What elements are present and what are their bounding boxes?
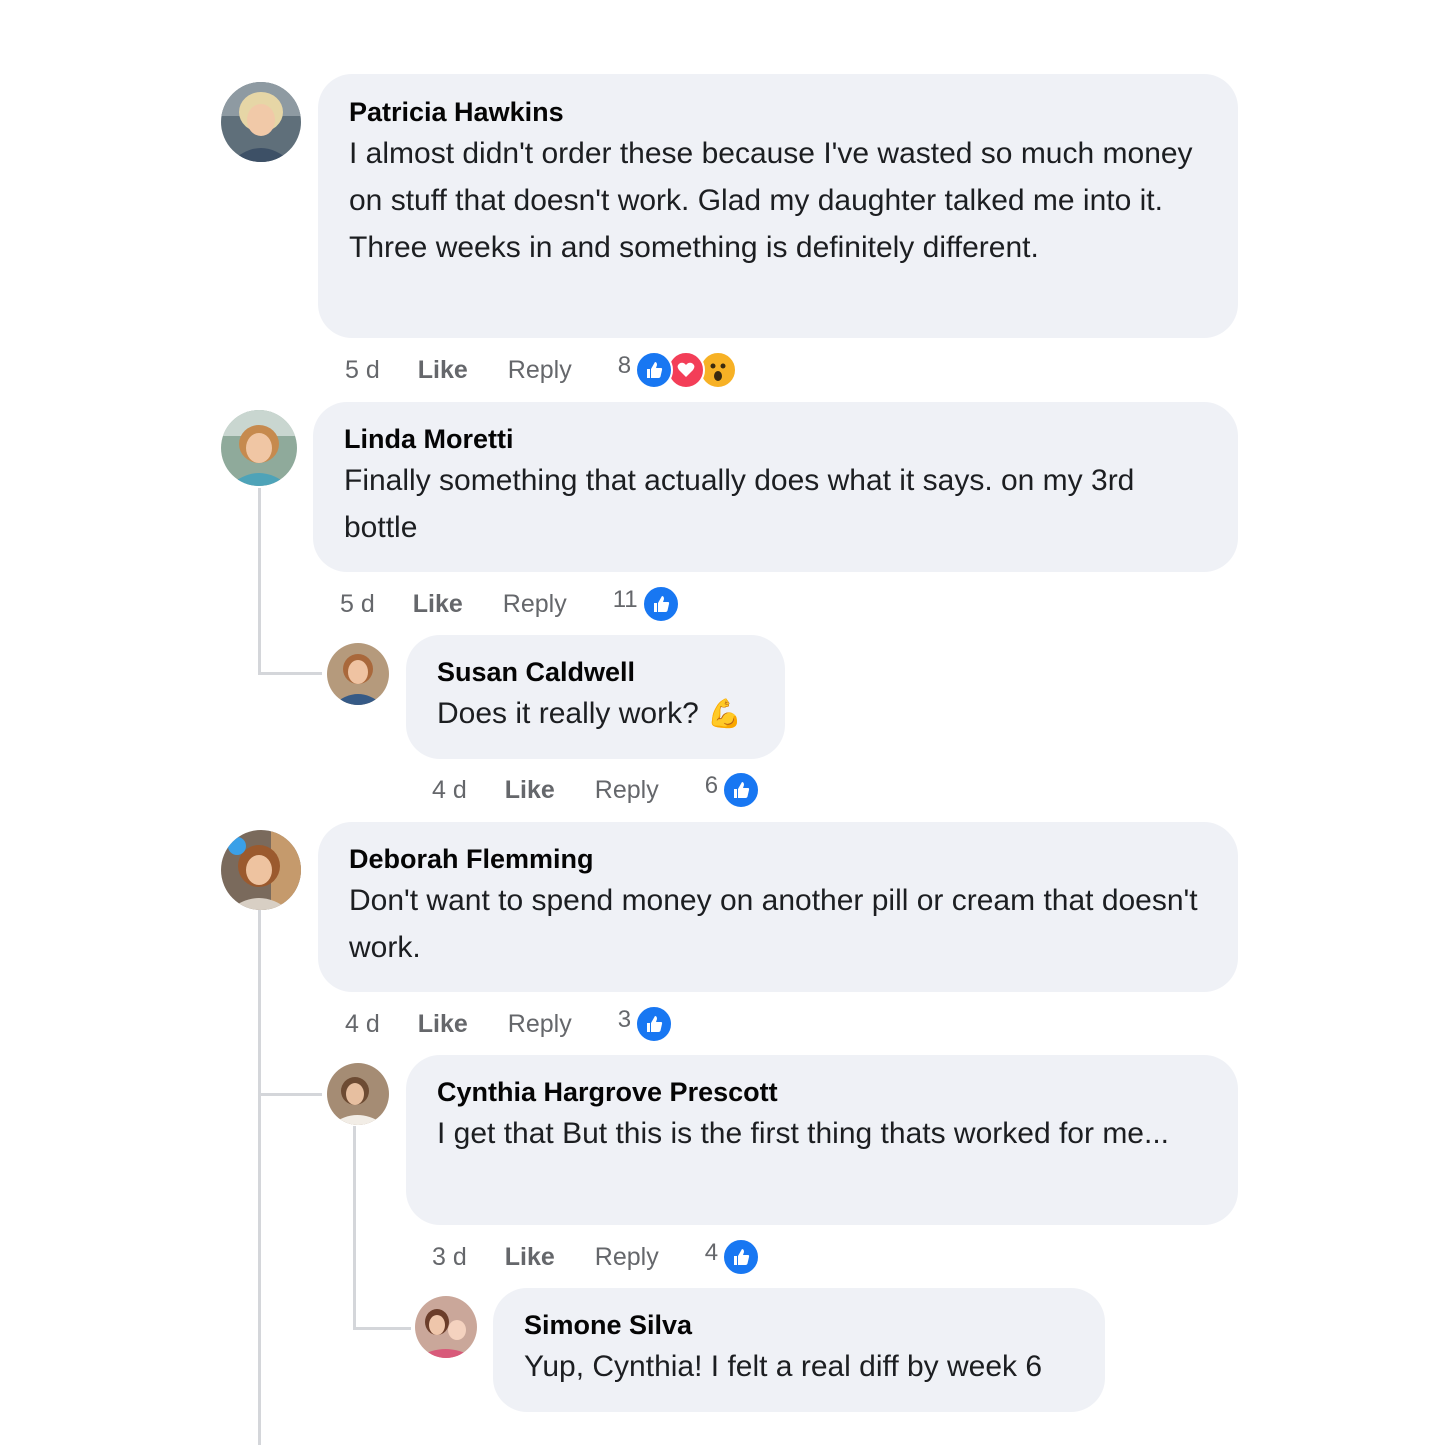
- comment-actions: 5 d Like Reply 8: [345, 350, 738, 390]
- avatar[interactable]: [221, 410, 297, 486]
- like-icon: [722, 771, 761, 809]
- comment-timestamp[interactable]: 3 d: [432, 1243, 467, 1272]
- comment-timestamp[interactable]: 5 d: [345, 356, 380, 385]
- comment-bubble: Patricia Hawkins I almost didn't order t…: [318, 74, 1238, 338]
- comment-text: Yup, Cynthia! I felt a real diff by week…: [524, 1350, 1043, 1383]
- comment-author[interactable]: Cynthia Hargrove Prescott: [437, 1076, 1208, 1108]
- reaction-count[interactable]: 8: [618, 352, 631, 380]
- comment-bubble: Linda Moretti Finally something that act…: [313, 402, 1238, 572]
- flexed-biceps-emoji: 💪: [707, 698, 742, 729]
- comment-bubble: Cynthia Hargrove Prescott I get that But…: [406, 1055, 1238, 1225]
- reaction-count[interactable]: 11: [613, 586, 638, 614]
- comment-bubble: Simone Silva Yup, Cynthia! I felt a real…: [493, 1288, 1105, 1412]
- comment-bubble: Susan Caldwell Does it really work? 💪: [406, 635, 785, 759]
- reaction-count[interactable]: 3: [618, 1006, 631, 1034]
- comment-timestamp[interactable]: 5 d: [340, 590, 375, 619]
- reply-button[interactable]: Reply: [508, 1010, 572, 1039]
- comment-text: Does it really work? 💪: [437, 690, 765, 737]
- thread-line: [258, 672, 322, 675]
- comment-author[interactable]: Susan Caldwell: [437, 656, 765, 688]
- reaction-summary[interactable]: [635, 1005, 674, 1043]
- comment-actions: 4 d Like Reply 3: [345, 1004, 674, 1044]
- like-icon: [641, 585, 680, 623]
- avatar[interactable]: [221, 82, 301, 162]
- reply-button[interactable]: Reply: [595, 1243, 659, 1272]
- like-button[interactable]: Like: [413, 590, 463, 619]
- comment-author[interactable]: Linda Moretti: [344, 423, 1208, 455]
- comment-actions: 3 d Like Reply 4: [432, 1237, 761, 1277]
- reply-button[interactable]: Reply: [503, 590, 567, 619]
- reply-button[interactable]: Reply: [595, 776, 659, 805]
- avatar[interactable]: [221, 830, 301, 910]
- like-button[interactable]: Like: [505, 1243, 555, 1272]
- comment-author[interactable]: Deborah Flemming: [349, 843, 1208, 875]
- comment-bubble: Deborah Flemming Don't want to spend mon…: [318, 822, 1238, 992]
- comment-author[interactable]: Patricia Hawkins: [349, 96, 1208, 128]
- reaction-count[interactable]: 6: [705, 772, 718, 800]
- comment-thread: Patricia Hawkins I almost didn't order t…: [0, 0, 1445, 1445]
- reaction-count[interactable]: 4: [705, 1239, 718, 1267]
- like-icon: [635, 1005, 674, 1043]
- comment-text: I get that But this is the first thing t…: [437, 1117, 1169, 1150]
- comment-timestamp[interactable]: 4 d: [345, 1010, 380, 1039]
- avatar[interactable]: [415, 1296, 477, 1358]
- avatar[interactable]: [327, 1063, 389, 1125]
- reaction-summary[interactable]: [641, 585, 680, 623]
- comment-timestamp[interactable]: 4 d: [432, 776, 467, 805]
- thread-line: [258, 910, 261, 1445]
- like-icon: [635, 351, 674, 389]
- like-button[interactable]: Like: [505, 776, 555, 805]
- like-button[interactable]: Like: [418, 356, 468, 385]
- reaction-summary[interactable]: [635, 351, 738, 389]
- thread-line: [353, 1327, 411, 1330]
- reaction-summary[interactable]: [722, 1238, 761, 1276]
- reply-button[interactable]: Reply: [508, 356, 572, 385]
- thread-line: [258, 488, 261, 674]
- comment-author[interactable]: Simone Silva: [524, 1309, 1085, 1341]
- like-icon: [722, 1238, 761, 1276]
- comment-actions: 5 d Like Reply 11: [340, 584, 680, 624]
- comment-actions: 4 d Like Reply 6: [432, 770, 761, 810]
- like-button[interactable]: Like: [418, 1010, 468, 1039]
- comment-text: Finally something that actually does wha…: [344, 464, 1135, 544]
- comment-text-body: Does it really work?: [437, 697, 699, 730]
- reaction-summary[interactable]: [722, 771, 761, 809]
- comment-text: Don't want to spend money on another pil…: [349, 884, 1198, 964]
- avatar[interactable]: [327, 643, 389, 705]
- thread-line: [258, 1093, 322, 1096]
- thread-line: [353, 1126, 356, 1329]
- comment-text: I almost didn't order these because I've…: [349, 137, 1193, 264]
